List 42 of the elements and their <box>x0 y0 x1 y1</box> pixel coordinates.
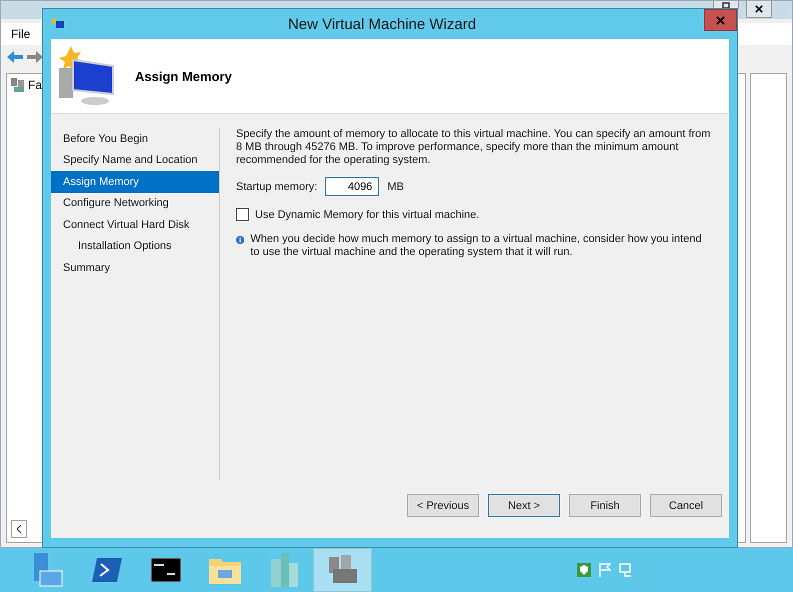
left-chevron-icon <box>16 525 22 533</box>
info-icon <box>236 233 244 247</box>
wizard-button[interactable]: Finish <box>569 494 641 517</box>
tree-item[interactable]: Fa <box>28 78 42 92</box>
computer-icon <box>51 18 65 30</box>
server-toolbox-icon <box>32 553 64 587</box>
wizard-step[interactable]: Configure Networking <box>51 192 219 214</box>
memory-input[interactable]: 4096 <box>325 177 380 196</box>
wizard-step[interactable]: Specify Name and Location <box>51 150 219 171</box>
wizard-step[interactable]: Assign Memory <box>51 171 219 192</box>
network-icon[interactable] <box>619 563 633 577</box>
page-heading: Assign Memory <box>135 68 232 84</box>
menu-item[interactable]: File <box>11 27 30 41</box>
server-cluster-icon <box>326 555 358 585</box>
close-icon <box>755 5 763 13</box>
field-label: Startup memory: <box>236 180 318 192</box>
checkbox[interactable] <box>236 208 249 221</box>
wizard-button[interactable]: < Previous <box>407 494 479 517</box>
close-button[interactable] <box>746 1 772 18</box>
wizard-button[interactable]: Cancel <box>650 494 722 517</box>
window-title: New Virtual Machine Wizard <box>286 16 478 32</box>
forward-arrow-icon[interactable] <box>27 51 43 63</box>
folder-icon <box>208 556 240 584</box>
checkbox-label[interactable]: Use Dynamic Memory for this virtual machine. <box>255 208 480 220</box>
restore-icon <box>722 2 730 8</box>
wizard-step[interactable]: Installation Options <box>51 236 219 257</box>
info-text: When you decide how much memory to assign to a virtual machine, consider how you intend to use the virtual machine and the operating system that it will run. <box>250 233 703 259</box>
shield-icon[interactable] <box>577 563 591 577</box>
scroll-left-button[interactable] <box>11 520 27 538</box>
wizard-button[interactable]: Next > <box>488 494 560 517</box>
wizard-step[interactable]: Connect Virtual Hard Disk <box>51 214 219 236</box>
cluster-icon <box>11 78 25 92</box>
powershell-icon <box>92 558 122 582</box>
unit-label: MB <box>387 180 404 192</box>
terminal-icon <box>150 558 180 582</box>
buildings-icon <box>268 553 298 587</box>
description-text: Specify the amount of memory to allocate to this virtual machine. You can specify an amount from 8 MB through 45276 MB. To improve performance, specify more than the minimum amount recommended for the operating system. <box>236 128 712 167</box>
wizard-step[interactable]: Summary <box>51 257 219 278</box>
wizard-step[interactable]: Before You Begin <box>51 128 219 150</box>
flag-icon[interactable] <box>599 563 611 577</box>
close-icon <box>716 16 725 24</box>
back-arrow-icon[interactable] <box>7 51 23 63</box>
